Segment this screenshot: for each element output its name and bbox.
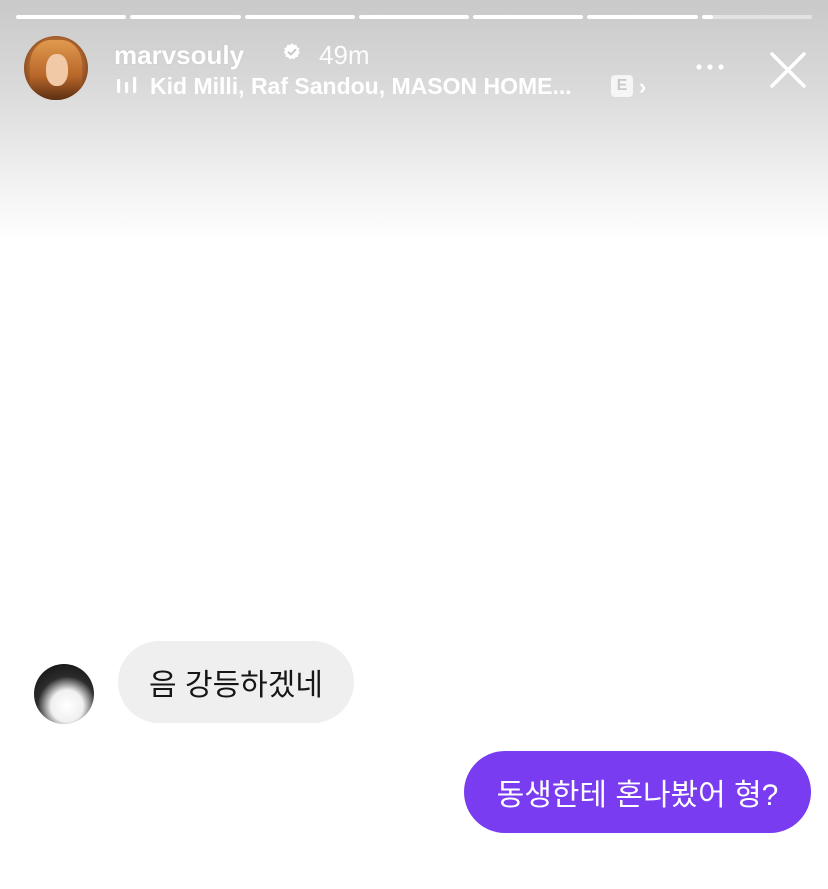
progress-segment <box>701 15 812 19</box>
explicit-badge: E <box>611 75 633 97</box>
more-dots-icon[interactable] <box>692 52 728 82</box>
story-header: marvsouly 49m Kid Milli, Raf Sandou, MAS… <box>24 36 814 102</box>
progress-segment-fill <box>473 15 584 19</box>
progress-segment <box>473 15 584 19</box>
sender-avatar <box>34 664 94 724</box>
progress-segment <box>16 15 127 19</box>
music-track-label[interactable]: Kid Milli, Raf Sandou, MASON HOME... <box>150 73 572 100</box>
progress-segment-fill <box>701 15 713 19</box>
progress-segment-fill <box>587 15 698 19</box>
sent-message-bubble: 동생한테 혼나봤어 형? <box>464 751 811 833</box>
verified-badge-icon <box>283 43 300 60</box>
progress-segment <box>358 15 470 19</box>
progress-segment <box>244 15 355 19</box>
post-time: 49m <box>319 40 370 70</box>
progress-segment-fill <box>358 15 470 19</box>
story-progress-bar <box>16 15 812 19</box>
progress-segment-fill <box>130 15 241 19</box>
close-icon[interactable] <box>768 50 808 90</box>
progress-segment <box>130 15 241 19</box>
received-message-bubble: 음 강등하겠네 <box>118 641 354 723</box>
profile-avatar[interactable] <box>24 36 88 100</box>
username[interactable]: marvsouly <box>114 40 244 71</box>
music-bars-icon <box>117 77 137 93</box>
progress-segment-fill <box>244 15 355 19</box>
progress-segment-fill <box>16 15 127 19</box>
avatar-face <box>46 54 68 86</box>
progress-segment <box>587 15 698 19</box>
chevron-right-icon[interactable]: › <box>639 74 646 100</box>
